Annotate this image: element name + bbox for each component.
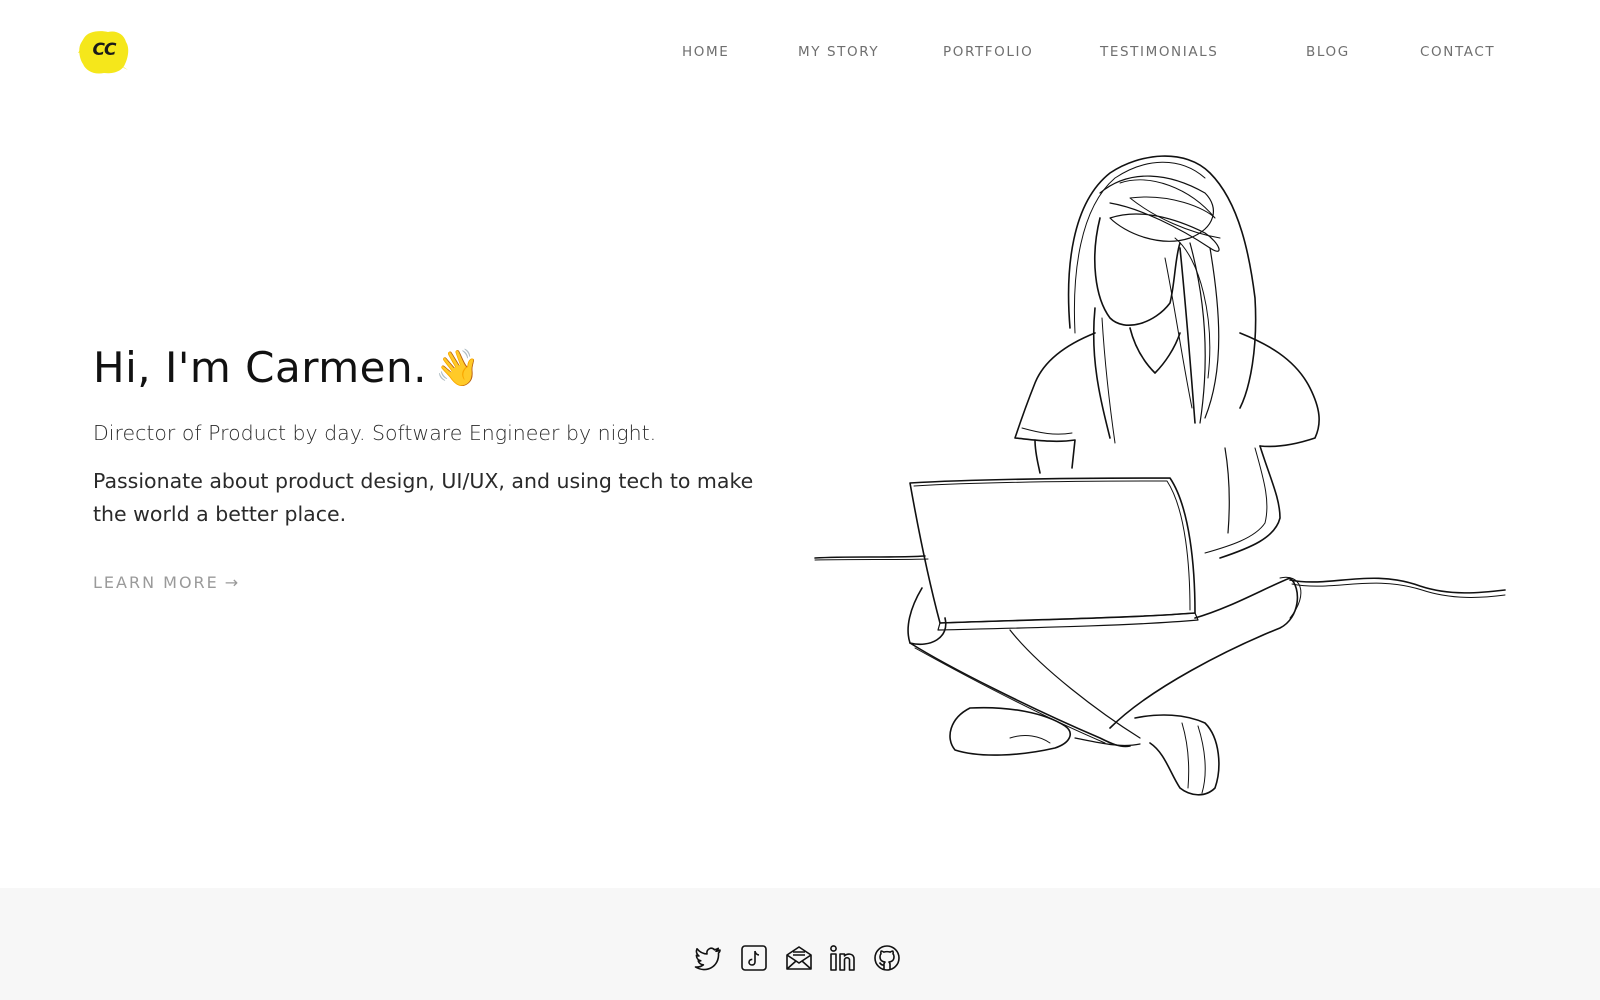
nav-home[interactable]: HOME (682, 44, 729, 60)
nav-portfolio[interactable]: PORTFOLIO (943, 44, 1033, 60)
hero-title: Hi, I'm Carmen. 👋 (93, 340, 813, 397)
hero-title-text: Hi, I'm Carmen. (93, 343, 427, 392)
github-icon[interactable] (872, 943, 902, 973)
waving-hand-emoji: 👋 (434, 348, 481, 389)
learn-more-link[interactable]: LEARN MORE → (93, 573, 238, 592)
nav-my-story[interactable]: MY STORY (798, 44, 879, 60)
twitter-icon[interactable] (694, 943, 724, 973)
nav-contact[interactable]: CONTACT (1420, 44, 1495, 60)
site-header: CC HOME MY STORY PORTFOLIO TESTIMONIALS … (0, 0, 1600, 106)
site-footer (0, 888, 1600, 1000)
email-icon[interactable] (784, 943, 814, 973)
hero-subtitle: Director of Product by day. Software Eng… (93, 421, 657, 445)
linkedin-icon[interactable] (828, 943, 858, 973)
hero-section: Hi, I'm Carmen. 👋 Director of Product by … (93, 340, 813, 592)
woman-with-laptop-illustration (810, 148, 1510, 813)
logo-text: CC (92, 40, 117, 60)
nav-testimonials[interactable]: TESTIMONIALS (1100, 44, 1218, 60)
nav-blog[interactable]: BLOG (1306, 44, 1350, 60)
site-logo[interactable]: CC (78, 28, 130, 76)
tiktok-icon[interactable] (739, 943, 769, 973)
hero-description: Passionate about product design, UI/UX, … (93, 469, 754, 526)
arrow-right-icon: → (224, 573, 239, 592)
learn-more-label: LEARN MORE (93, 573, 219, 592)
